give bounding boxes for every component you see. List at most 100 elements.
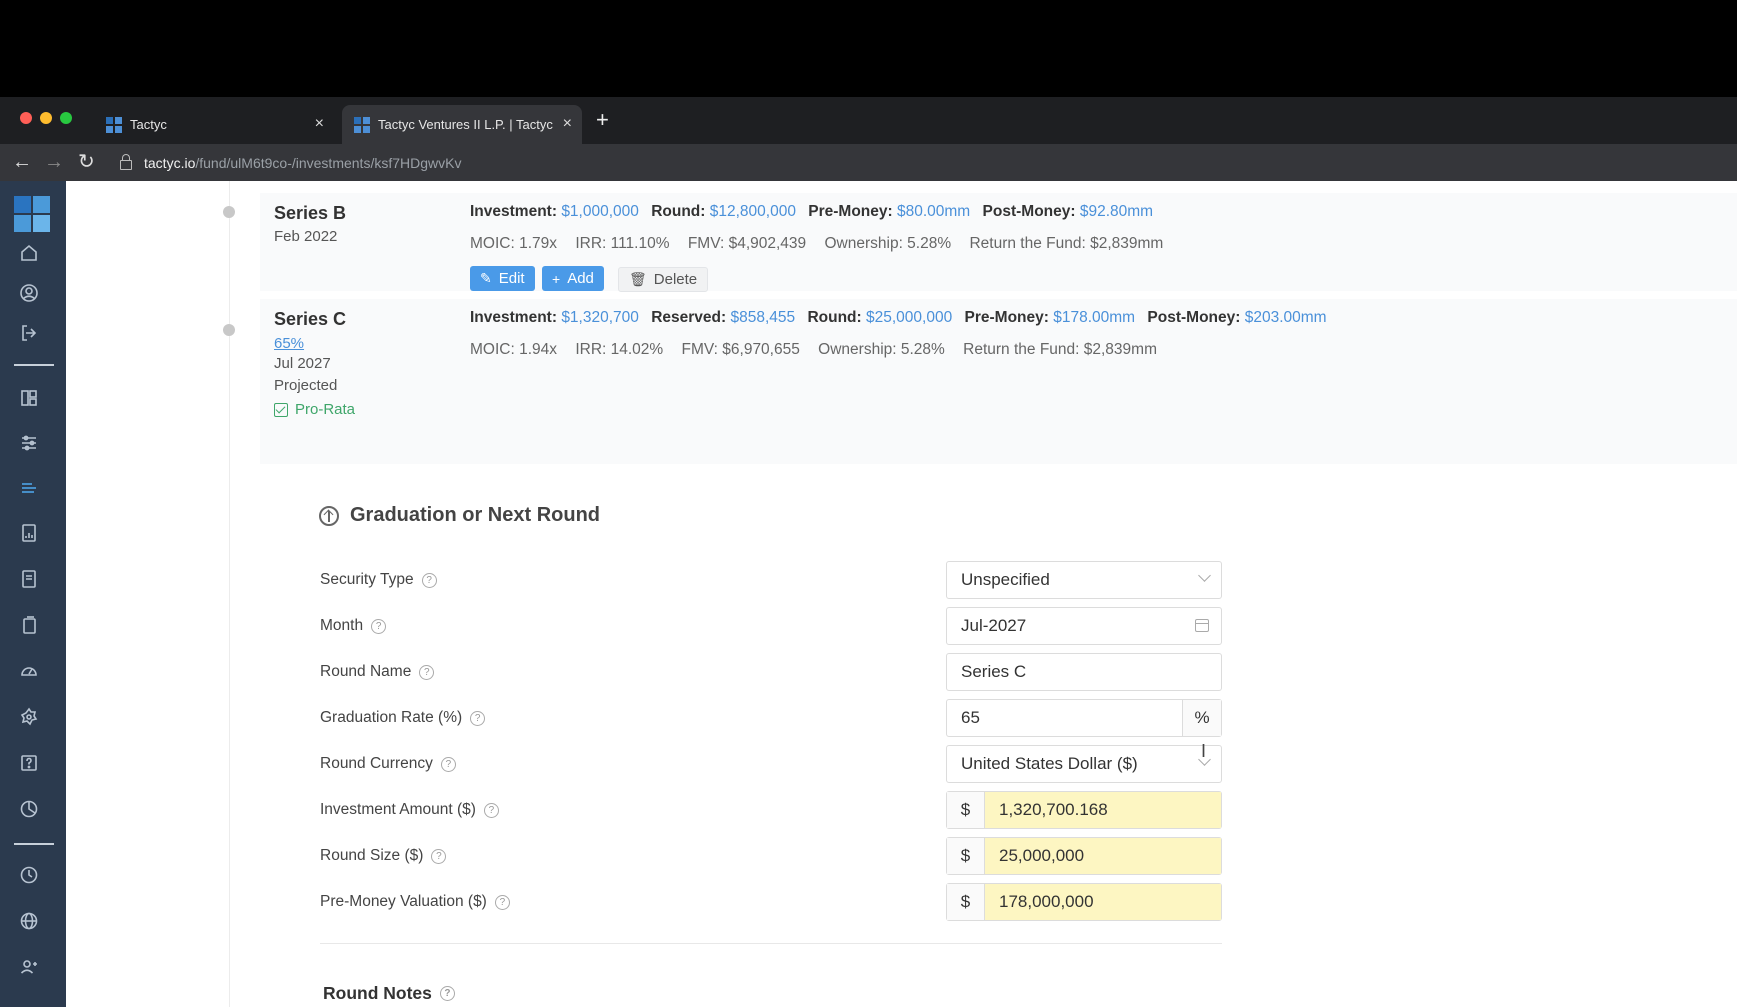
help-icon[interactable]: ? [440, 756, 456, 772]
metric-moic: MOIC: 1.94x [470, 341, 557, 358]
metric-value: $1,000,000 [561, 203, 639, 220]
metric-label: Post-Money: [982, 203, 1076, 220]
metric-moic: MOIC: 1.79x [470, 235, 557, 252]
add-user-icon[interactable] [19, 957, 39, 977]
graduation-rate-label: Graduation Rate (%)? [320, 709, 486, 727]
pie-chart-icon[interactable] [19, 799, 39, 819]
round-metrics-primary: Investment: $1,000,000 Round: $12,800,00… [470, 203, 1161, 221]
back-arrow-icon[interactable]: ← [12, 151, 32, 173]
home-icon[interactable] [19, 243, 39, 263]
tab-tactyc[interactable]: Tactyc × [94, 105, 334, 144]
forward-arrow-icon[interactable]: → [44, 151, 64, 173]
round-name-input[interactable]: Series C [946, 653, 1222, 691]
field-label-text: Round Size ($) [320, 847, 424, 864]
graduation-rate-link[interactable]: 65% [274, 335, 304, 352]
metric-ownership: Ownership: 5.28% [818, 341, 945, 358]
pro-rata-indicator: Pro-Rata [274, 401, 355, 418]
url-host: tactyc.io [144, 155, 196, 171]
text-cursor-icon: I [1201, 741, 1207, 761]
field-label-text: Pre-Money Valuation ($) [320, 893, 487, 910]
investment-amount-input[interactable]: $ 1,320,700.168 [946, 791, 1222, 829]
close-window-button[interactable] [20, 112, 32, 124]
reload-icon[interactable]: ↻ [78, 151, 95, 173]
metric-label: Pre-Money: [808, 203, 893, 220]
round-name: Series B [274, 203, 347, 223]
help-icon[interactable]: ? [421, 572, 437, 588]
round-notes-text: Round Notes [323, 983, 432, 1003]
help-icon[interactable]: ? [494, 894, 510, 910]
url-field[interactable]: tactyc.io /fund/ulM6t9co-/investments/ks… [120, 150, 1725, 176]
clock-icon[interactable] [19, 865, 39, 885]
date-value: Jul-2027 [961, 616, 1027, 635]
minimize-window-button[interactable] [40, 112, 52, 124]
plus-icon: + [552, 270, 561, 287]
investment-timeline: Series B Feb 2022 Investment: $1,000,000… [66, 181, 1737, 1007]
delete-round-button[interactable]: 🗑 Delete [618, 267, 709, 292]
metric-fmv: FMV: $4,902,439 [687, 235, 807, 252]
app-sidebar [0, 181, 66, 1007]
tab-title: Tactyc Ventures II L.P. | Tactyc [378, 117, 553, 132]
month-label: Month? [320, 617, 387, 635]
field-label-text: Round Currency [320, 755, 433, 772]
round-card-series-c: Series C 65% Jul 2027 Projected Pro-Rata… [260, 299, 1737, 464]
user-icon[interactable] [19, 283, 39, 303]
pre-money-valuation-input[interactable]: $ 178,000,000 [946, 883, 1222, 921]
report-icon[interactable] [19, 523, 39, 543]
dashboard-icon[interactable] [19, 388, 39, 408]
help-icon[interactable]: ? [419, 664, 435, 680]
document-icon[interactable] [19, 569, 39, 589]
round-notes-title: Round Notes? [323, 983, 455, 1004]
add-button-label: Add [567, 270, 594, 287]
round-size-input[interactable]: $ 25,000,000 [946, 837, 1222, 875]
tab-tactyc-ventures[interactable]: Tactyc Ventures II L.P. | Tactyc × [342, 105, 582, 144]
url-path: /fund/ulM6t9co-/investments/ksf7HDgwvKv [195, 155, 462, 171]
gauge-icon[interactable] [19, 661, 39, 681]
add-round-button[interactable]: + Add [542, 266, 604, 291]
chevron-down-icon [1198, 569, 1211, 582]
page-viewport: Series B Feb 2022 Investment: $1,000,000… [0, 181, 1737, 1007]
edit-button-label: Edit [498, 270, 525, 287]
pencil-icon: ✎ [480, 270, 492, 286]
metric-label: Reserved: [651, 309, 727, 326]
delete-button-label: Delete [653, 271, 698, 288]
month-date-picker[interactable]: Jul-2027 [946, 607, 1222, 645]
round-currency-select[interactable]: United States Dollar ($) [946, 745, 1222, 783]
metric-value: $178.00mm [1053, 309, 1136, 326]
edit-round-button[interactable]: ✎ Edit [470, 266, 535, 291]
input-value: 65 [961, 708, 980, 727]
tactyc-logo[interactable] [14, 196, 50, 232]
trash-icon: 🗑 [629, 271, 647, 287]
calendar-icon[interactable] [1195, 619, 1209, 632]
security-type-select[interactable]: Unspecified [946, 561, 1222, 599]
help-icon[interactable]: ? [431, 848, 447, 864]
logout-icon[interactable] [19, 323, 39, 343]
help-icon[interactable]: ? [371, 618, 387, 634]
address-bar: ← → ↻ tactyc.io /fund/ulM6t9co-/investme… [0, 144, 1737, 181]
help-icon[interactable]: ? [439, 986, 455, 1001]
help-icon[interactable]: ? [470, 710, 486, 726]
round-card-series-b: Series B Feb 2022 Investment: $1,000,000… [260, 193, 1737, 292]
help-icon[interactable]: ? [483, 802, 499, 818]
select-value: United States Dollar ($) [961, 754, 1138, 773]
metric-fmv: FMV: $6,970,655 [681, 341, 800, 358]
metric-label: Round: [807, 309, 862, 326]
graduation-rate-input[interactable]: 65 % [946, 699, 1222, 737]
round-date: Jul 2027 [274, 355, 331, 372]
metric-ownership: Ownership: 5.28% [824, 235, 952, 252]
copy-icon[interactable] [19, 615, 39, 635]
close-tab-icon[interactable]: × [315, 115, 324, 133]
tab-bar: Tactyc × Tactyc Ventures II L.P. | Tacty… [0, 97, 1737, 144]
new-tab-button[interactable]: + [596, 109, 609, 131]
help-icon[interactable] [19, 753, 39, 773]
close-tab-icon[interactable]: × [563, 115, 572, 133]
sliders-icon[interactable] [19, 433, 39, 453]
metric-irr: IRR: 14.02% [575, 341, 664, 358]
maximize-window-button[interactable] [60, 112, 72, 124]
settings-icon[interactable] [19, 707, 39, 727]
list-icon[interactable] [19, 478, 39, 498]
dollar-addon: $ [947, 792, 985, 828]
input-value: Series C [961, 662, 1027, 681]
globe-icon[interactable] [19, 911, 39, 931]
input-value: 178,000,000 [985, 884, 1221, 920]
round-status: Projected [274, 377, 338, 394]
